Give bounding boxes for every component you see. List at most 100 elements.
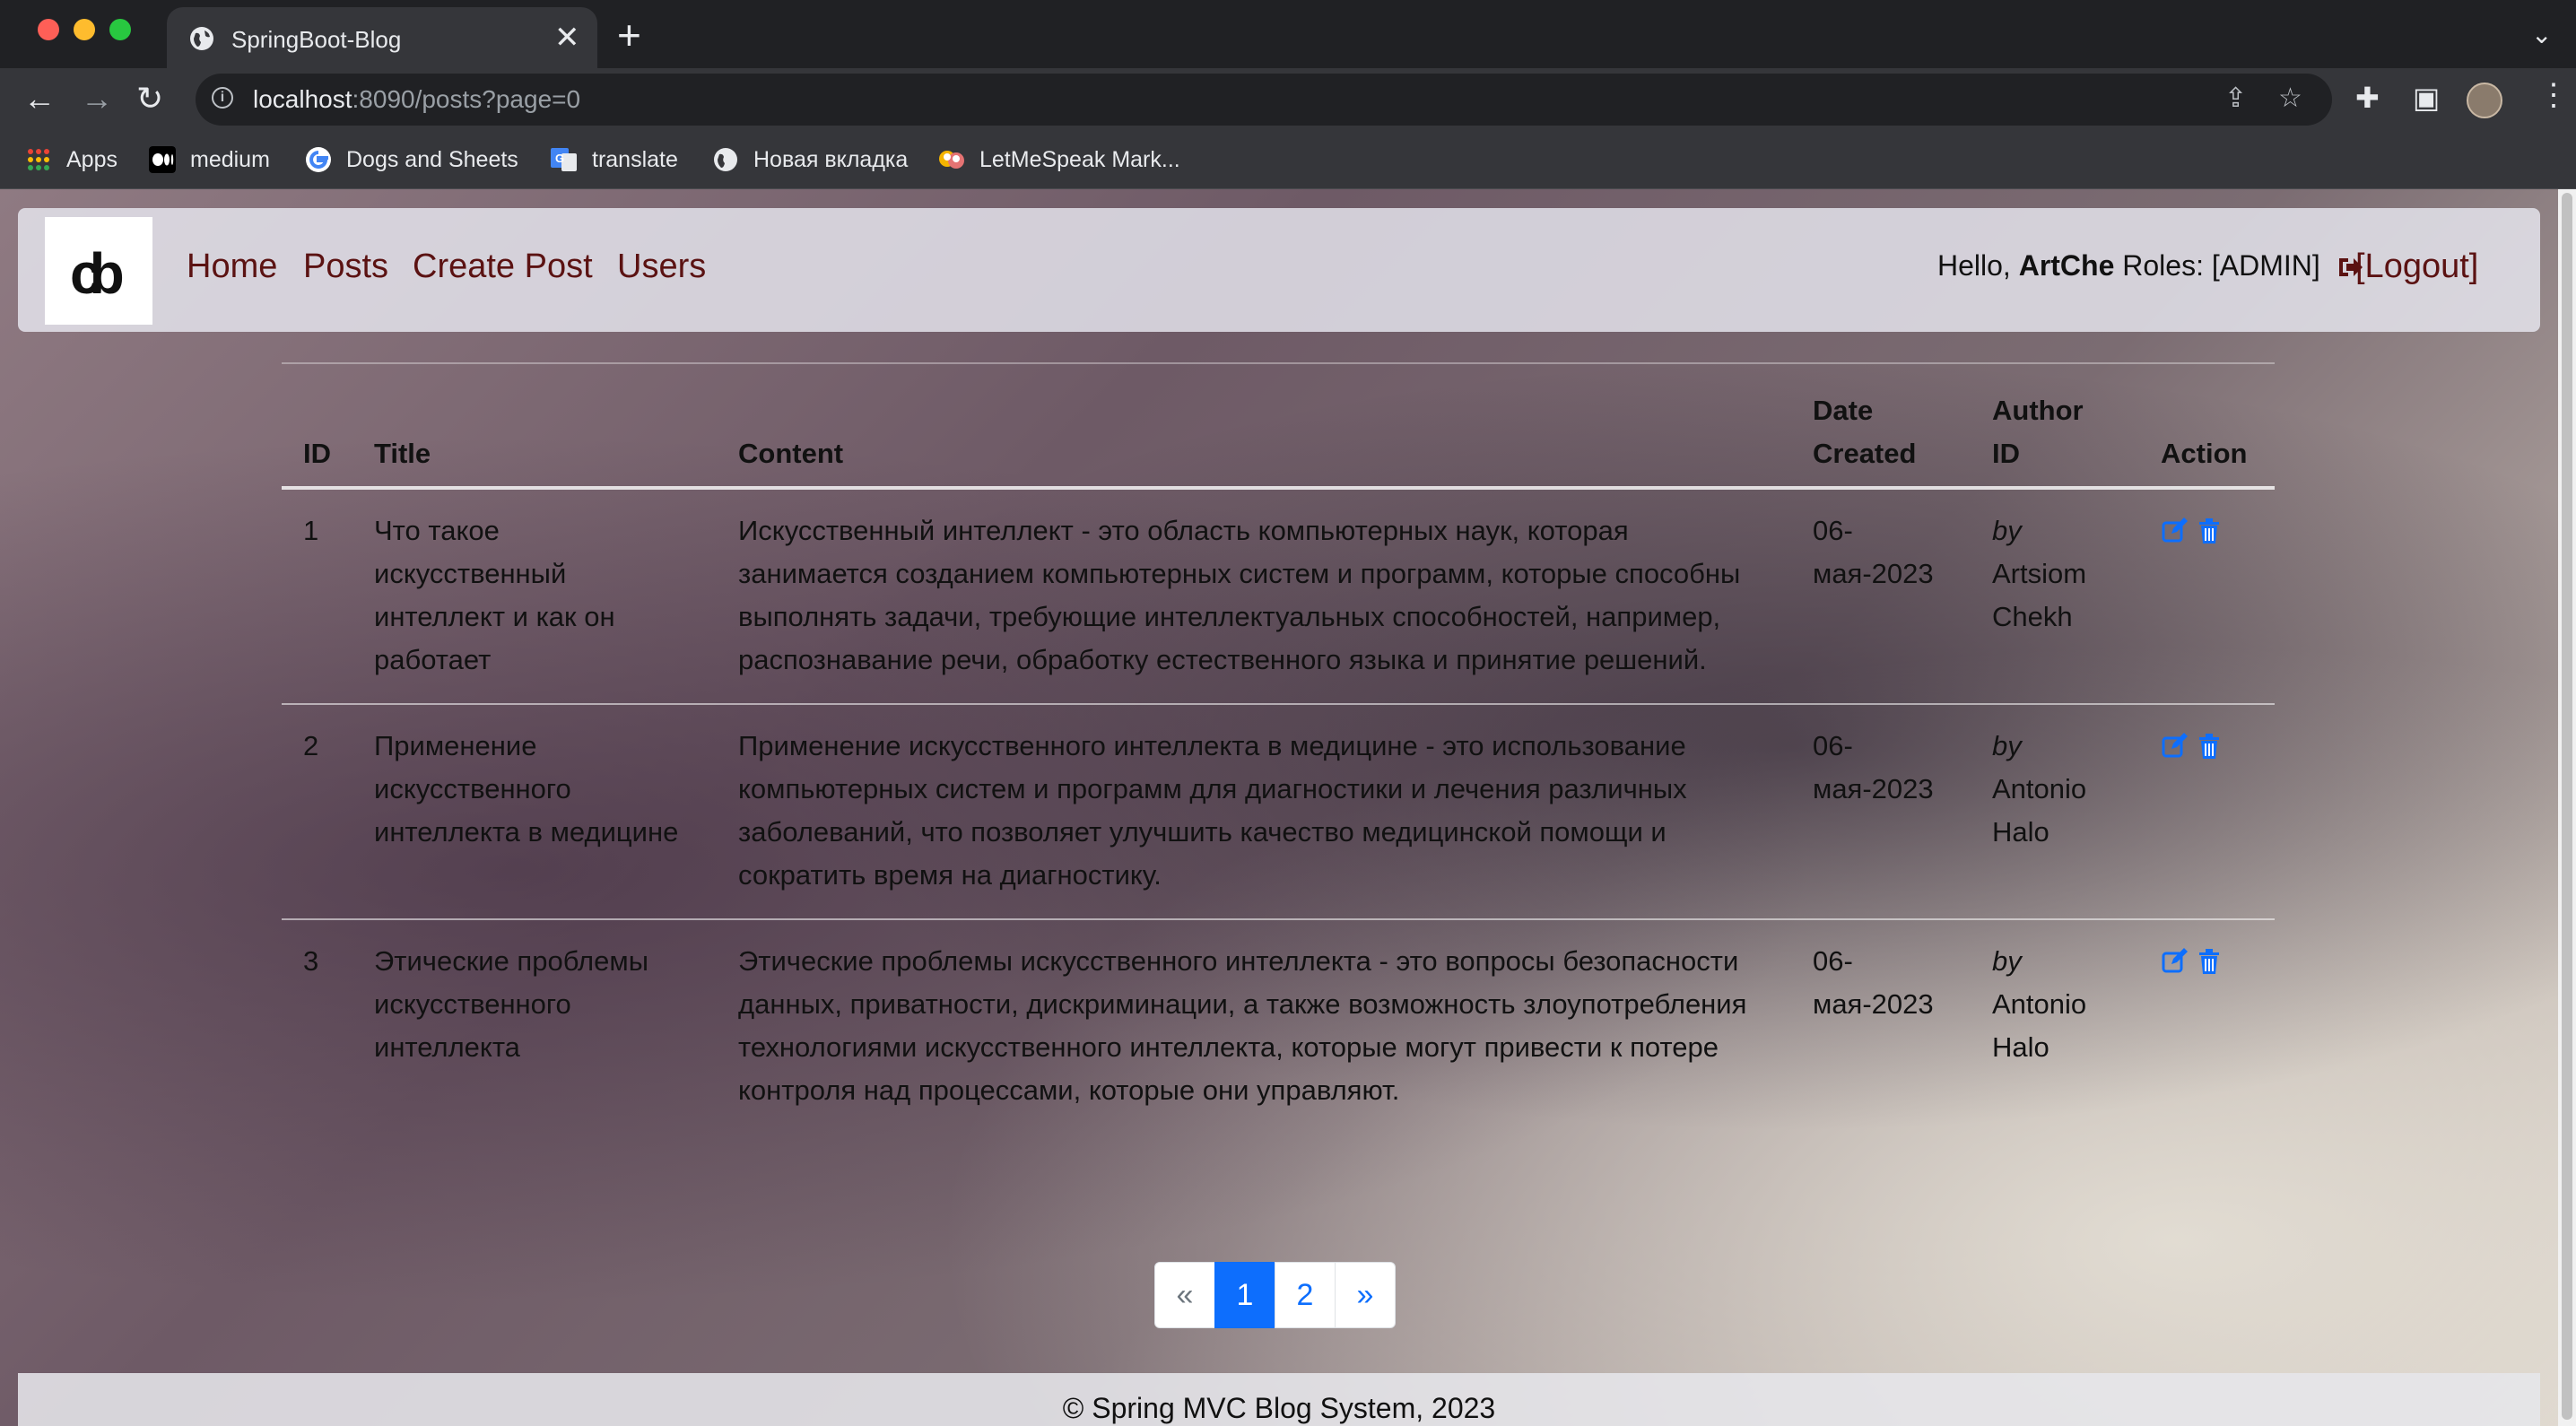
posts-table: ID Title Content Date Created Author ID … (282, 362, 2275, 1134)
pagination: « 1 2 » (1154, 1262, 1396, 1328)
column-header-action: Action (2139, 362, 2275, 490)
post-author: by Antonio Halo (1971, 919, 2139, 1134)
footer-text: © Spring MVC Blog System, 2023 (1062, 1392, 1496, 1424)
bookmark-translate[interactable]: G translate (551, 143, 678, 176)
globe-icon (190, 27, 213, 50)
author-name: Artsiom Chekh (1992, 558, 2087, 632)
browser-toolbar: ← → ↻ i localhost:8090/posts?page=0 ⇪ ☆ … (0, 68, 2576, 131)
edit-icon[interactable] (2161, 732, 2189, 761)
pagination-page-2[interactable]: 2 (1275, 1262, 1336, 1328)
post-title: Этические проблемы искусственного интелл… (374, 945, 648, 1063)
site-footer: © Spring MVC Blog System, 2023 (18, 1373, 2540, 1426)
share-icon[interactable]: ⇪ (2224, 83, 2247, 114)
nav-link-create-post[interactable]: Create Post (413, 248, 593, 286)
trash-icon[interactable] (2195, 947, 2224, 976)
user-roles: Roles: [ADMIN] (2114, 249, 2320, 282)
column-header-author-id: Author ID (1971, 362, 2139, 490)
bookmarks-bar: Apps medium Dogs and Sheets G translate … (0, 131, 2576, 189)
user-greeting: Hello, ArtChe Roles: [ADMIN] (1937, 249, 2320, 283)
column-header-date-created: Date Created (1791, 362, 1971, 490)
table-row: 2 Применение искусственного интеллекта в… (282, 704, 2275, 920)
pagination-prev[interactable]: « (1154, 1262, 1215, 1328)
new-tab-button[interactable]: + (617, 11, 641, 59)
trash-icon[interactable] (2195, 517, 2224, 545)
close-tab-icon[interactable]: ✕ (554, 20, 580, 56)
svg-text:G: G (555, 152, 564, 165)
bookmark-label: Dogs and Sheets (346, 146, 518, 172)
bookmark-label: Новая вкладка (753, 146, 909, 172)
edit-icon[interactable] (2161, 517, 2189, 545)
bookmark-label: LetMeSpeak Mark... (979, 146, 1180, 172)
site-logo[interactable]: cb (45, 217, 152, 325)
column-header-id: ID (282, 362, 352, 490)
post-id: 3 (303, 945, 319, 977)
bookmark-label: Apps (66, 146, 117, 172)
post-content: Этические проблемы искусственного интелл… (738, 945, 1747, 1106)
page-viewport: cb Home Posts Create Post Users Hello, A… (0, 189, 2558, 1426)
extensions-puzzle-icon[interactable]: ✚ (2355, 81, 2380, 115)
bookmark-star-icon[interactable]: ☆ (2278, 83, 2302, 114)
post-date: 06-мая-2023 (1791, 488, 1971, 705)
browser-tab[interactable]: SpringBoot-Blog ✕ (167, 7, 597, 68)
table-header-row: ID Title Content Date Created Author ID … (282, 362, 2275, 490)
minimize-window-button[interactable] (74, 19, 95, 40)
site-navbar: cb Home Posts Create Post Users Hello, A… (18, 208, 2540, 332)
author-by-label: by (1992, 515, 2022, 546)
forward-arrow-icon[interactable]: → (81, 81, 113, 117)
scrollbar-thumb[interactable] (2562, 193, 2572, 1420)
browser-tab-strip: SpringBoot-Blog ✕ + ⌄ (0, 0, 2576, 68)
author-by-label: by (1992, 730, 2022, 761)
nav-link-posts[interactable]: Posts (303, 248, 388, 286)
bookmark-medium[interactable]: medium (149, 143, 270, 176)
post-content: Искусственный интеллект - это область ко… (717, 488, 1791, 705)
bookmark-new-tab[interactable]: Новая вкладка (712, 143, 908, 176)
medium-icon (149, 146, 176, 173)
url-path: :8090/posts?page=0 (352, 85, 581, 113)
post-date: 06-мая-2023 (1791, 704, 1971, 920)
bookmark-dogs-and-sheets[interactable]: Dogs and Sheets (305, 143, 518, 176)
bookmark-letmespeak[interactable]: LetMeSpeak Mark... (938, 143, 1180, 176)
author-name: Antonio Halo (1992, 773, 2087, 848)
post-title: Применение искусственного интеллекта в м… (352, 704, 717, 920)
google-translate-icon: G (551, 148, 577, 171)
back-arrow-icon[interactable]: ← (23, 81, 56, 117)
logout-link[interactable]: [Logout] (2355, 248, 2478, 286)
post-id: 1 (282, 488, 352, 705)
bookmark-label: medium (190, 146, 270, 172)
site-info-icon[interactable]: i (212, 87, 233, 109)
trash-icon[interactable] (2195, 732, 2224, 761)
page-scrollbar[interactable] (2558, 189, 2576, 1426)
author-by-label: by (1992, 945, 2022, 977)
greeting-prefix: Hello, (1937, 249, 2019, 282)
profile-avatar[interactable] (2467, 83, 2502, 118)
username: ArtChe (2018, 249, 2115, 282)
pagination-next[interactable]: » (1335, 1262, 1396, 1328)
post-date: 06-мая-2023 (1813, 945, 1934, 1020)
nav-link-home[interactable]: Home (187, 248, 277, 286)
pagination-page-1[interactable]: 1 (1214, 1262, 1275, 1328)
post-id: 2 (282, 704, 352, 920)
side-panel-icon[interactable]: ▣ (2413, 81, 2440, 115)
post-author: by Artsiom Chekh (1971, 488, 2139, 705)
tab-search-chevron-icon[interactable]: ⌄ (2531, 20, 2552, 49)
url-text[interactable]: localhost:8090/posts?page=0 (253, 85, 580, 114)
url-host: localhost (253, 85, 352, 113)
maximize-window-button[interactable] (109, 19, 131, 40)
column-header-content: Content (717, 362, 1791, 490)
post-content: Применение искусственного интеллекта в м… (717, 704, 1791, 920)
nav-link-users[interactable]: Users (617, 248, 706, 286)
bookmark-apps[interactable]: Apps (25, 143, 117, 176)
tab-title: SpringBoot-Blog (231, 26, 402, 53)
google-icon (306, 147, 331, 172)
close-window-button[interactable] (38, 19, 59, 40)
browser-menu-icon[interactable]: ⋮ (2538, 77, 2569, 113)
post-actions (2139, 704, 2275, 920)
address-bar[interactable]: i localhost:8090/posts?page=0 ⇪ ☆ (196, 74, 2332, 126)
edit-icon[interactable] (2161, 947, 2189, 976)
author-name: Antonio Halo (1992, 988, 2087, 1063)
post-actions (2139, 488, 2275, 705)
reload-icon[interactable]: ↻ (136, 81, 163, 117)
bookmark-label: translate (592, 146, 678, 172)
apps-grid-icon (28, 149, 49, 170)
letmespeak-icon (939, 151, 964, 169)
